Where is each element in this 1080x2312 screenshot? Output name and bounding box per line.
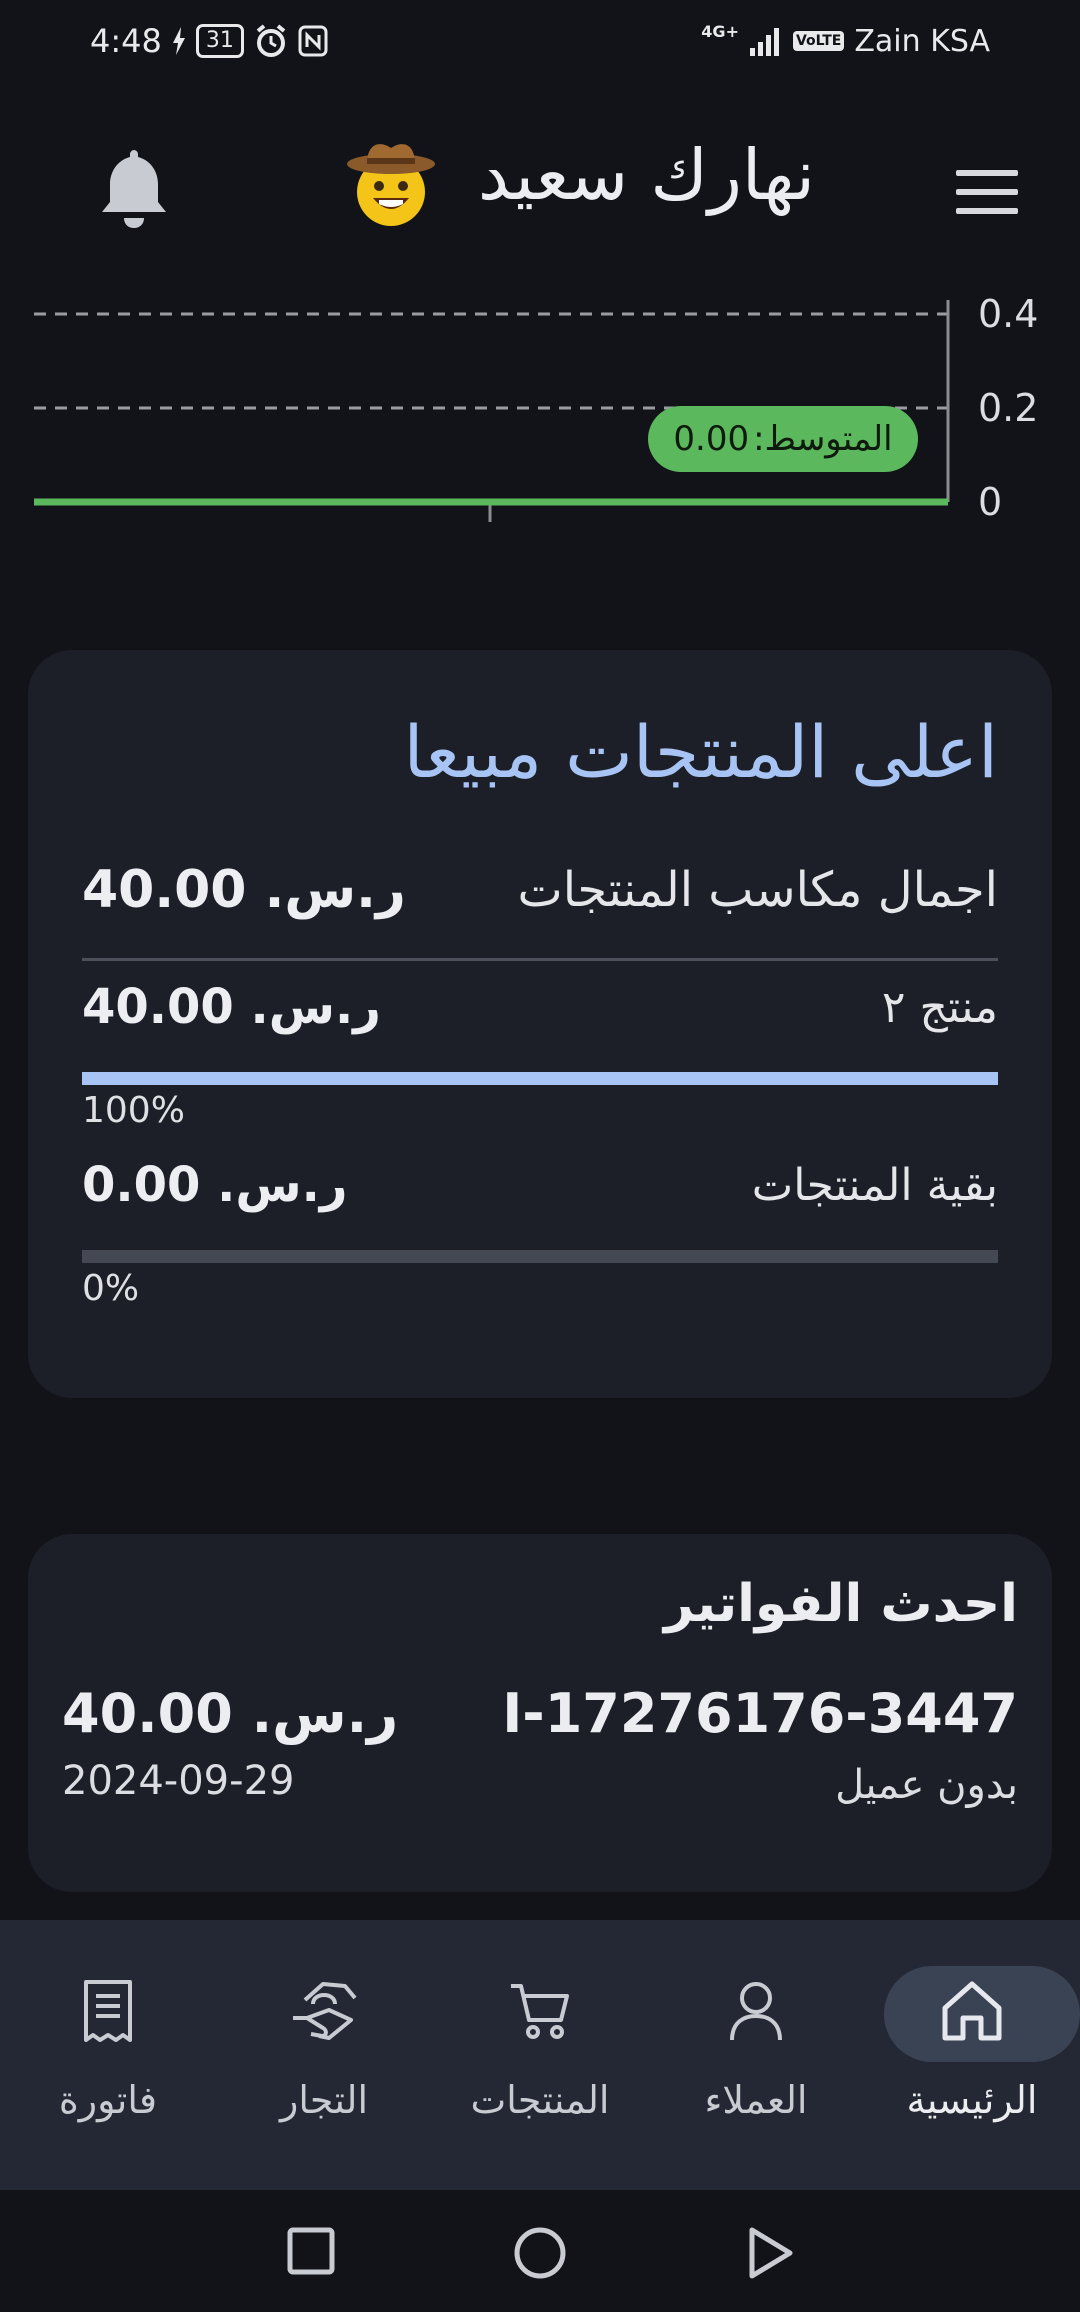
- other-products-percent: 0%: [82, 1268, 140, 1309]
- product-percent: 100%: [82, 1090, 185, 1131]
- product-row[interactable]: ر.س. 40.00 منتج ٢: [82, 972, 998, 1042]
- y-tick-label: 0.4: [978, 292, 1038, 336]
- nav-item-merchants[interactable]: التجار: [216, 1920, 432, 2190]
- nav-item-products[interactable]: المنتجات: [432, 1920, 648, 2190]
- handshake-icon: [289, 1978, 359, 2048]
- invoice-id: I-17276176-3447: [502, 1682, 1018, 1745]
- nav-item-customers[interactable]: العملاء: [648, 1920, 864, 2190]
- y-tick-label: 0: [978, 480, 1002, 524]
- total-earnings-row: ر.س. 40.00 اجمال مكاسب المنتجات: [82, 855, 998, 925]
- status-time: 4:48: [90, 22, 162, 60]
- average-label: المتوسط:: [753, 419, 893, 459]
- chart-canvas: 0.4 0.2 0: [34, 292, 1038, 524]
- status-bar: 4:48 31 4G+ VoLTE Zain KSA: [0, 0, 1080, 82]
- system-navigation-bar: [0, 2190, 1080, 2312]
- total-earnings-label: اجمال مكاسب المنتجات: [517, 862, 998, 918]
- invoice-date: 2024-09-29: [62, 1758, 295, 1804]
- sales-chart: 0.4 0.2 0 المتوسط: 0.00: [0, 290, 1080, 540]
- person-icon: [726, 1978, 786, 2048]
- nav-label-products: المنتجات: [470, 2078, 610, 2122]
- average-badge: المتوسط: 0.00: [648, 406, 918, 472]
- nav-item-invoice[interactable]: فاتورة: [0, 1920, 216, 2190]
- greeting-title: نهارك سعيد: [477, 134, 815, 216]
- app-header: نهارك سعيد: [0, 128, 1080, 248]
- divider: [82, 958, 998, 961]
- nav-label-home: الرئيسية: [906, 2078, 1038, 2122]
- invoice-customer: بدون عميل: [835, 1762, 1018, 1808]
- other-products-name: بقية المنتجات: [751, 1159, 998, 1211]
- chart-grid: [34, 312, 948, 410]
- y-tick-label: 0.2: [978, 386, 1038, 430]
- other-products-row[interactable]: ر.س. 0.00 بقية المنتجات: [82, 1150, 998, 1220]
- status-left: 4:48 31: [90, 22, 328, 60]
- recent-invoices-card: احدث الفواتير I-17276176-3447 ر.س. 40.00…: [28, 1534, 1052, 1892]
- nfc-icon: [298, 25, 328, 57]
- product-amount: ر.س. 40.00: [82, 979, 381, 1035]
- signal-icon: [749, 26, 783, 56]
- other-products-progress-bar: [82, 1250, 998, 1263]
- bell-icon[interactable]: [96, 146, 172, 236]
- home-icon: [939, 1978, 1005, 2048]
- status-right: 4G+ VoLTE Zain KSA: [701, 21, 990, 59]
- nav-item-home[interactable]: الرئيسية: [864, 1920, 1080, 2190]
- volte-badge: VoLTE: [792, 31, 845, 51]
- back-button[interactable]: [746, 2226, 796, 2284]
- receipt-icon: [78, 1978, 138, 2048]
- bottom-navigation: فاتورة التجار المنتجات العملاء الرئيسية: [0, 1920, 1080, 2190]
- other-products-amount: ر.س. 0.00: [82, 1157, 348, 1213]
- invoice-amount: ر.س. 40.00: [62, 1682, 399, 1745]
- top-products-title: اعلى المنتجات مبيعا: [403, 710, 999, 794]
- alarm-icon: [254, 24, 288, 58]
- product-progress-fill: [82, 1072, 998, 1085]
- battery-level: 31: [195, 24, 244, 58]
- hamburger-menu-icon[interactable]: [956, 168, 1018, 220]
- recents-button[interactable]: [286, 2226, 336, 2280]
- cart-icon: [507, 1978, 573, 2048]
- product-progress-bar: [82, 1072, 998, 1085]
- network-type: 4G+: [701, 21, 739, 41]
- home-system-button[interactable]: [513, 2226, 567, 2284]
- recent-invoices-title: احدث الفواتير: [664, 1574, 1018, 1634]
- nav-label-merchants: التجار: [279, 2078, 369, 2122]
- cowboy-face-icon: [345, 138, 437, 234]
- top-products-card: اعلى المنتجات مبيعا ر.س. 40.00 اجمال مكا…: [28, 650, 1052, 1398]
- nav-label-invoice: فاتورة: [58, 2078, 158, 2122]
- average-value: 0.00: [673, 419, 750, 459]
- carrier-name: Zain KSA: [854, 23, 990, 59]
- y-tick-labels: 0.4 0.2 0: [978, 292, 1038, 524]
- product-name: منتج ٢: [881, 981, 998, 1033]
- charging-icon: [172, 27, 186, 55]
- nav-label-customers: العملاء: [704, 2078, 808, 2122]
- total-earnings-amount: ر.س. 40.00: [82, 860, 406, 920]
